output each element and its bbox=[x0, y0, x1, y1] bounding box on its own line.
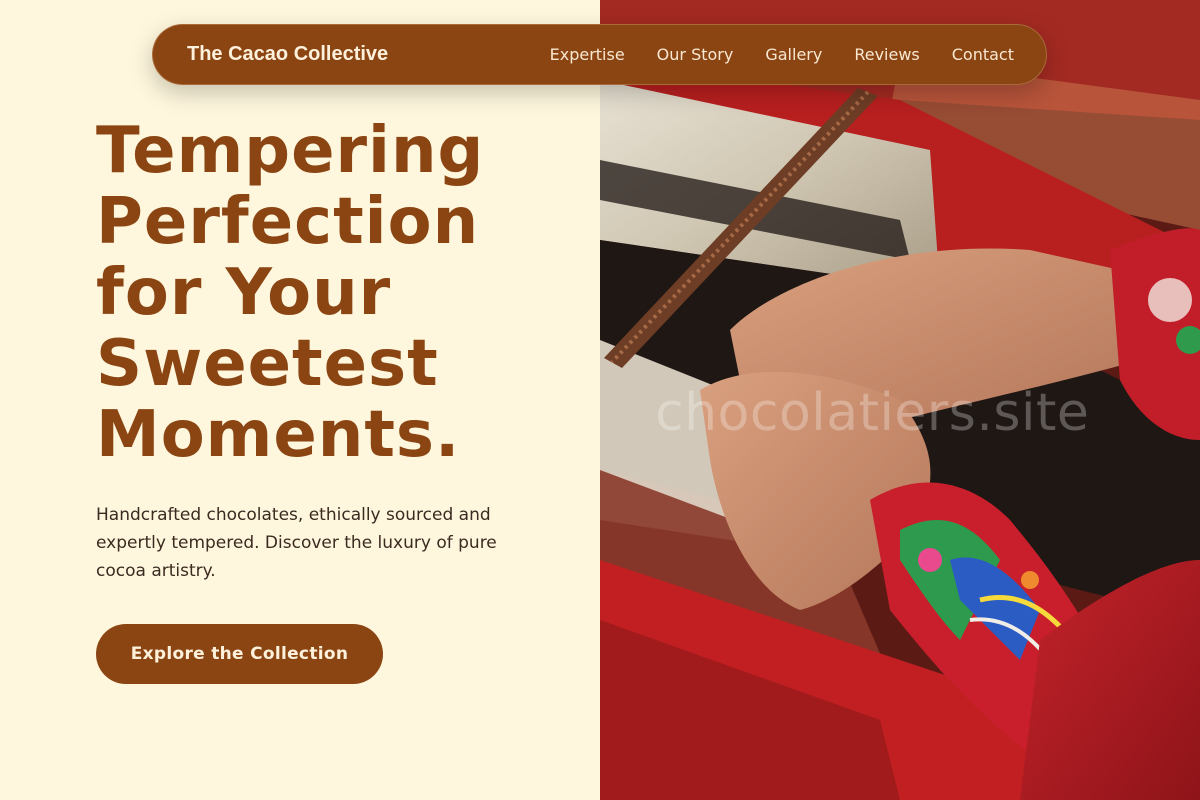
hero-headline: Tempering Perfection for Your Sweetest M… bbox=[96, 114, 485, 472]
image-watermark: chocolatiers.site bbox=[655, 383, 1090, 443]
brand-logo-text[interactable]: The Cacao Collective bbox=[187, 43, 388, 66]
hero-subtext: Handcrafted chocolates, ethically source… bbox=[96, 505, 497, 581]
nav-link-gallery[interactable]: Gallery bbox=[765, 45, 822, 64]
nav-link-reviews[interactable]: Reviews bbox=[854, 45, 919, 64]
nav-link-our-story[interactable]: Our Story bbox=[657, 45, 734, 64]
top-navbar: The Cacao Collective Expertise Our Story… bbox=[152, 24, 1047, 85]
nav-link-contact[interactable]: Contact bbox=[952, 45, 1014, 64]
nav-links: Expertise Our Story Gallery Reviews Cont… bbox=[550, 45, 1014, 64]
explore-collection-button[interactable]: Explore the Collection bbox=[96, 624, 383, 684]
nav-link-expertise[interactable]: Expertise bbox=[550, 45, 625, 64]
